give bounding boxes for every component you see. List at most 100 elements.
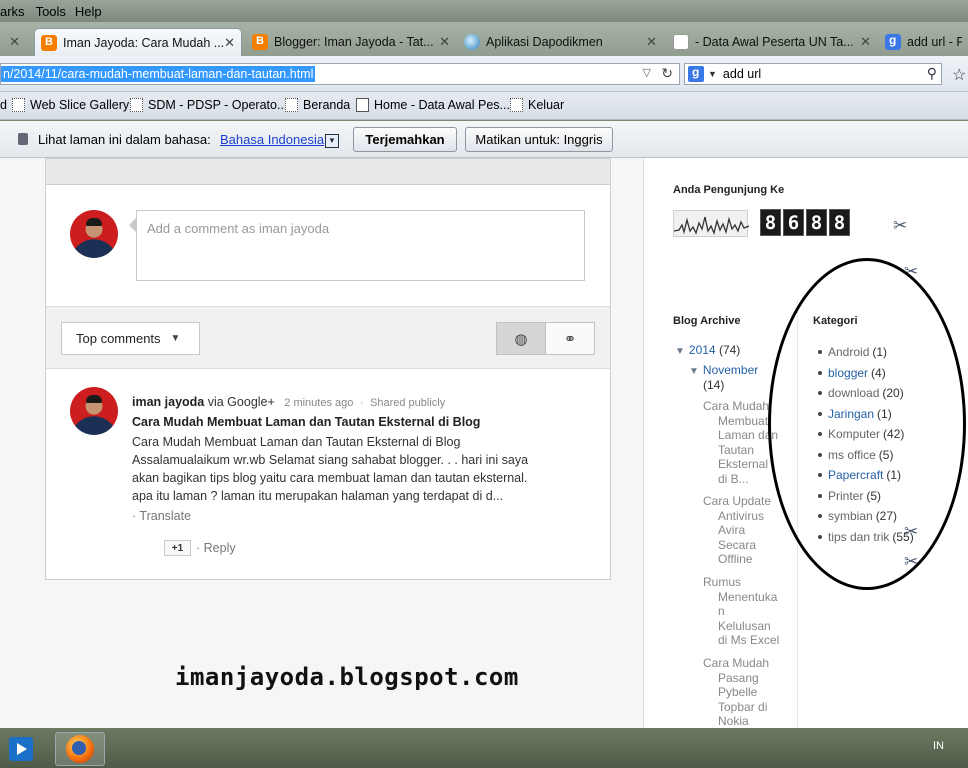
archive-year[interactable]: ▼ 2014 (74) bbox=[675, 343, 740, 357]
bookmark-web-slice[interactable]: Web Slice Gallery bbox=[12, 98, 129, 112]
reply-link[interactable]: · Reply bbox=[196, 541, 236, 555]
kategori-item[interactable]: ms office (5) bbox=[818, 445, 914, 466]
edit-wrench-icon[interactable]: ✂ bbox=[893, 216, 907, 236]
bookmark-item[interactable]: d bbox=[0, 98, 7, 112]
visitor-counter: 8 6 8 8 bbox=[760, 209, 850, 236]
edit-wrench-icon[interactable]: ✂ bbox=[904, 552, 918, 572]
tab-dapodikmen[interactable]: Aplikasi Dapodikmen ✕ bbox=[458, 28, 663, 56]
search-bar[interactable]: ▼ add url ⚲ bbox=[684, 63, 942, 85]
comment-title[interactable]: Cara Mudah Membuat Laman dan Tautan Ekst… bbox=[132, 415, 480, 429]
menu-help[interactable]: Help bbox=[75, 4, 109, 19]
firefox-taskbar-button[interactable] bbox=[55, 732, 105, 766]
kategori-item[interactable]: download (20) bbox=[818, 383, 914, 404]
kategori-item[interactable]: Jaringan (1) bbox=[818, 404, 914, 425]
tab-close-icon[interactable]: ✕ bbox=[9, 34, 20, 50]
translate-link[interactable]: · Translate bbox=[132, 509, 191, 523]
archive-post-link[interactable]: Cara Update Antivirus Avira Secara Offli… bbox=[703, 494, 771, 567]
menu-tools[interactable]: Tools bbox=[36, 4, 73, 19]
kategori-item[interactable]: tips dan trik (55) bbox=[818, 527, 914, 548]
watermark-text: imanjayoda.blogspot.com bbox=[175, 663, 519, 691]
comment-body-line: Assalamualaikum wr.wb Selamat siang saha… bbox=[132, 453, 529, 467]
counter-digit: 8 bbox=[829, 209, 850, 236]
comment-body-line: akan bagikan tips blog yaitu cara membua… bbox=[132, 471, 528, 485]
tab-close-icon[interactable]: ✕ bbox=[439, 34, 450, 50]
bullet bbox=[818, 452, 822, 457]
comment-source-toggle: ◍ ⚭ bbox=[496, 322, 595, 355]
edit-wrench-icon[interactable]: ✂ bbox=[904, 262, 918, 282]
archive-post-link[interactable]: Cara Mudah Membuat Laman dan Tautan Ekst… bbox=[703, 399, 778, 486]
comment-placeholder: Add a comment as iman jayoda bbox=[147, 221, 330, 236]
menu-bookmarks[interactable]: arks bbox=[0, 4, 32, 19]
language-indicator[interactable]: IN bbox=[933, 740, 944, 752]
tab-data-awal[interactable]: - Data Awal Peserta UN Ta... ✕ bbox=[667, 28, 877, 56]
kategori-item[interactable]: Printer (5) bbox=[818, 486, 914, 507]
engine-dropdown-icon[interactable]: ▼ bbox=[708, 69, 717, 79]
tab-partial-close[interactable]: ✕ bbox=[0, 28, 30, 56]
tab-close-icon[interactable]: ✕ bbox=[646, 34, 657, 50]
search-input[interactable]: add url bbox=[723, 67, 761, 81]
bookmark-sdm[interactable]: SDM - PDSP - Operato... bbox=[130, 98, 287, 112]
comment-time[interactable]: 2 minutes ago bbox=[284, 397, 353, 409]
bookmark-keluar[interactable]: Keluar bbox=[510, 98, 564, 112]
comment-author[interactable]: iman jayoda bbox=[132, 395, 204, 409]
google-icon[interactable] bbox=[688, 65, 704, 82]
kategori-item[interactable]: Papercraft (1) bbox=[818, 465, 914, 486]
tab-add-url[interactable]: add url - Pen bbox=[879, 28, 968, 56]
comment-visibility-separator: · bbox=[359, 397, 364, 409]
url-bar[interactable]: n/2014/11/cara-mudah-membuat-laman-dan-t… bbox=[0, 63, 680, 85]
bookmark-beranda[interactable]: Beranda bbox=[285, 98, 350, 112]
bookmark-icon bbox=[130, 98, 143, 112]
star-icon[interactable]: ☆ bbox=[952, 65, 966, 85]
counter-digit: 6 bbox=[783, 209, 804, 236]
archive-year-link[interactable]: 2014 bbox=[689, 343, 716, 357]
kategori-item[interactable]: symbian (27) bbox=[818, 506, 914, 527]
archive-post-link[interactable]: Rumus Menentuka n Kelulusan di Ms Excel bbox=[703, 575, 779, 648]
plus-one-button[interactable]: +1 bbox=[164, 540, 191, 556]
search-icon[interactable]: ⚲ bbox=[927, 65, 937, 82]
language-dropdown-icon[interactable]: ▼ bbox=[325, 134, 339, 148]
media-player-taskbar-button[interactable] bbox=[4, 732, 38, 766]
tab-close-icon[interactable]: ✕ bbox=[224, 35, 235, 51]
avatar[interactable] bbox=[70, 387, 118, 435]
avatar[interactable] bbox=[70, 210, 118, 258]
bookmark-label: Beranda bbox=[303, 98, 351, 112]
tab-label: Iman Jayoda: Cara Mudah ... bbox=[63, 35, 225, 50]
visitor-heading: Anda Pengunjung Ke bbox=[673, 184, 785, 196]
tab-iman-jayoda[interactable]: Iman Jayoda: Cara Mudah ... ✕ bbox=[34, 28, 242, 56]
tab-close-icon[interactable]: ✕ bbox=[860, 34, 871, 50]
url-history-dropdown-icon[interactable]: ▽ bbox=[643, 66, 651, 79]
bullet bbox=[818, 473, 822, 478]
archive-month-link[interactable]: November bbox=[703, 363, 758, 377]
url-text[interactable]: n/2014/11/cara-mudah-membuat-laman-dan-t… bbox=[1, 66, 316, 82]
reload-icon[interactable]: ↻ bbox=[661, 65, 673, 82]
globe-icon[interactable]: ◍ bbox=[497, 323, 546, 354]
archive-month[interactable]: ▼ November bbox=[689, 363, 758, 377]
triangle-down-icon[interactable]: ▼ bbox=[689, 366, 699, 377]
translate-language-link[interactable]: Bahasa Indonesia bbox=[220, 132, 324, 147]
archive-post-link[interactable]: Cara Mudah Pasang Pybelle Topbar di Noki… bbox=[703, 656, 769, 728]
bookmark-home[interactable]: Home - Data Awal Pes... bbox=[356, 98, 510, 112]
triangle-down-icon[interactable]: ▼ bbox=[675, 346, 685, 357]
sort-label: Top comments bbox=[76, 331, 161, 346]
sidebar-divider bbox=[797, 300, 798, 728]
bullet bbox=[818, 493, 822, 498]
comment-body-line: apa itu laman ? laman itu merupakan hala… bbox=[132, 489, 504, 503]
google-comments-box: Add a comment as iman jayoda Top comment… bbox=[45, 158, 611, 580]
tab-blogger[interactable]: Blogger: Iman Jayoda - Tat... ✕ bbox=[246, 28, 456, 56]
navigation-bar: n/2014/11/cara-mudah-membuat-laman-dan-t… bbox=[0, 56, 968, 92]
translate-button[interactable]: Terjemahkan bbox=[353, 127, 457, 152]
link-icon[interactable]: ⚭ bbox=[546, 323, 594, 354]
tab-label: Aplikasi Dapodikmen bbox=[486, 35, 603, 49]
comment-input[interactable]: Add a comment as iman jayoda bbox=[129, 210, 585, 281]
bookmark-label: Web Slice Gallery bbox=[30, 98, 130, 112]
bookmark-icon bbox=[510, 98, 523, 112]
tab-label: add url - Pen bbox=[907, 35, 962, 49]
kategori-item[interactable]: blogger (4) bbox=[818, 363, 914, 384]
edit-wrench-icon[interactable]: ✂ bbox=[904, 522, 918, 542]
disable-translate-button[interactable]: Matikan untuk: Inggris bbox=[465, 127, 613, 152]
kategori-item[interactable]: Android (1) bbox=[818, 342, 914, 363]
sort-band: Top comments ▼ ◍ ⚭ bbox=[46, 306, 610, 369]
bookmark-label: Home - Data Awal Pes... bbox=[374, 98, 510, 112]
sort-dropdown[interactable]: Top comments ▼ bbox=[61, 322, 200, 355]
kategori-item[interactable]: Komputer (42) bbox=[818, 424, 914, 445]
